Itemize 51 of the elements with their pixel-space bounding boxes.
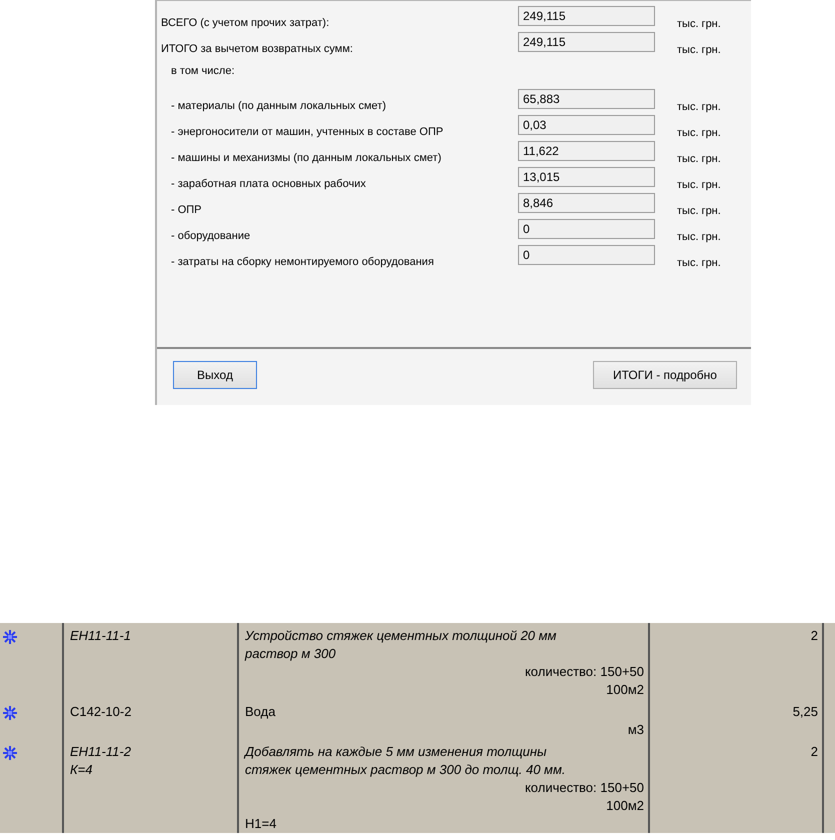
- unit-of-measure: 100м2: [605, 681, 644, 699]
- field-label: - энергоносители от машин, учтенных в составе ОПР: [170, 126, 444, 140]
- quantity-formula: количество: 150+50: [524, 779, 644, 797]
- value-field[interactable]: 249,115: [518, 6, 655, 26]
- value-field[interactable]: 0: [518, 245, 655, 265]
- work-description: Устройство стяжек цементных толщиной 20 мм: [245, 627, 558, 645]
- snowflake-icon: [2, 629, 18, 645]
- details-button[interactable]: ИТОГИ - подробно: [593, 361, 737, 389]
- section-heading: в том числе:: [171, 65, 235, 77]
- coefficient-note: Н1=4: [245, 815, 278, 833]
- field-label: ВСЕГО (с учетом прочих затрат):: [161, 17, 330, 31]
- value-field[interactable]: 11,622: [518, 141, 655, 161]
- field-label: - машины и механизмы (по данным локальных смет): [170, 152, 442, 166]
- quantity-formula: количество: 150+50: [524, 663, 644, 681]
- field-label: - заработная плата основных рабочих: [170, 178, 367, 192]
- work-description: стяжек цементных раствор м 300 до толщ. 40 мм.: [245, 761, 566, 779]
- value-field[interactable]: 8,846: [518, 193, 655, 213]
- value-field[interactable]: 0,03: [518, 115, 655, 135]
- field-label: - ОПР: [170, 204, 203, 218]
- field-label: ИТОГО за вычетом возвратных сумм:: [161, 43, 354, 57]
- unit-label: тыс. грн.: [676, 231, 722, 244]
- work-description: Добавлять на каждые 5 мм изменения толщины: [245, 743, 548, 761]
- unit-label: тыс. грн.: [676, 257, 722, 270]
- unit-label: тыс. грн.: [676, 179, 722, 192]
- unit-label: тыс. грн.: [676, 205, 722, 218]
- exit-button[interactable]: Выход: [173, 361, 257, 389]
- rate-code: ЕН11-11-2: [70, 743, 132, 761]
- unit-label: тыс. грн.: [676, 18, 722, 31]
- value-field[interactable]: 0: [518, 219, 655, 239]
- unit-label: тыс. грн.: [676, 127, 722, 140]
- rate-code: К=4: [70, 761, 94, 779]
- unit-label: тыс. грн.: [676, 44, 722, 57]
- field-label: - затраты на сборку немонтируемого оборудования: [170, 256, 435, 270]
- snowflake-icon: [2, 705, 18, 721]
- value-field[interactable]: 65,883: [518, 89, 655, 109]
- field-label: - оборудование: [170, 230, 252, 244]
- rate-code: ЕН11-11-1: [70, 627, 132, 645]
- unit-of-measure: м3: [626, 721, 644, 739]
- unit-of-measure: 100м2: [605, 797, 644, 815]
- quantity-value: 2: [810, 627, 818, 645]
- quantity-value: 2: [810, 743, 818, 761]
- snowflake-icon: [2, 745, 18, 761]
- quantity-value: 5,25: [792, 703, 818, 721]
- value-field[interactable]: 13,015: [518, 167, 655, 187]
- field-label: - материалы (по данным локальных смет): [170, 100, 387, 114]
- rate-code: С142-10-2: [70, 703, 132, 721]
- work-description: раствор м 300: [245, 645, 337, 663]
- unit-label: тыс. грн.: [676, 153, 722, 166]
- value-field[interactable]: 249,115: [518, 32, 655, 52]
- unit-label: тыс. грн.: [676, 101, 722, 114]
- work-description: Вода: [245, 703, 276, 721]
